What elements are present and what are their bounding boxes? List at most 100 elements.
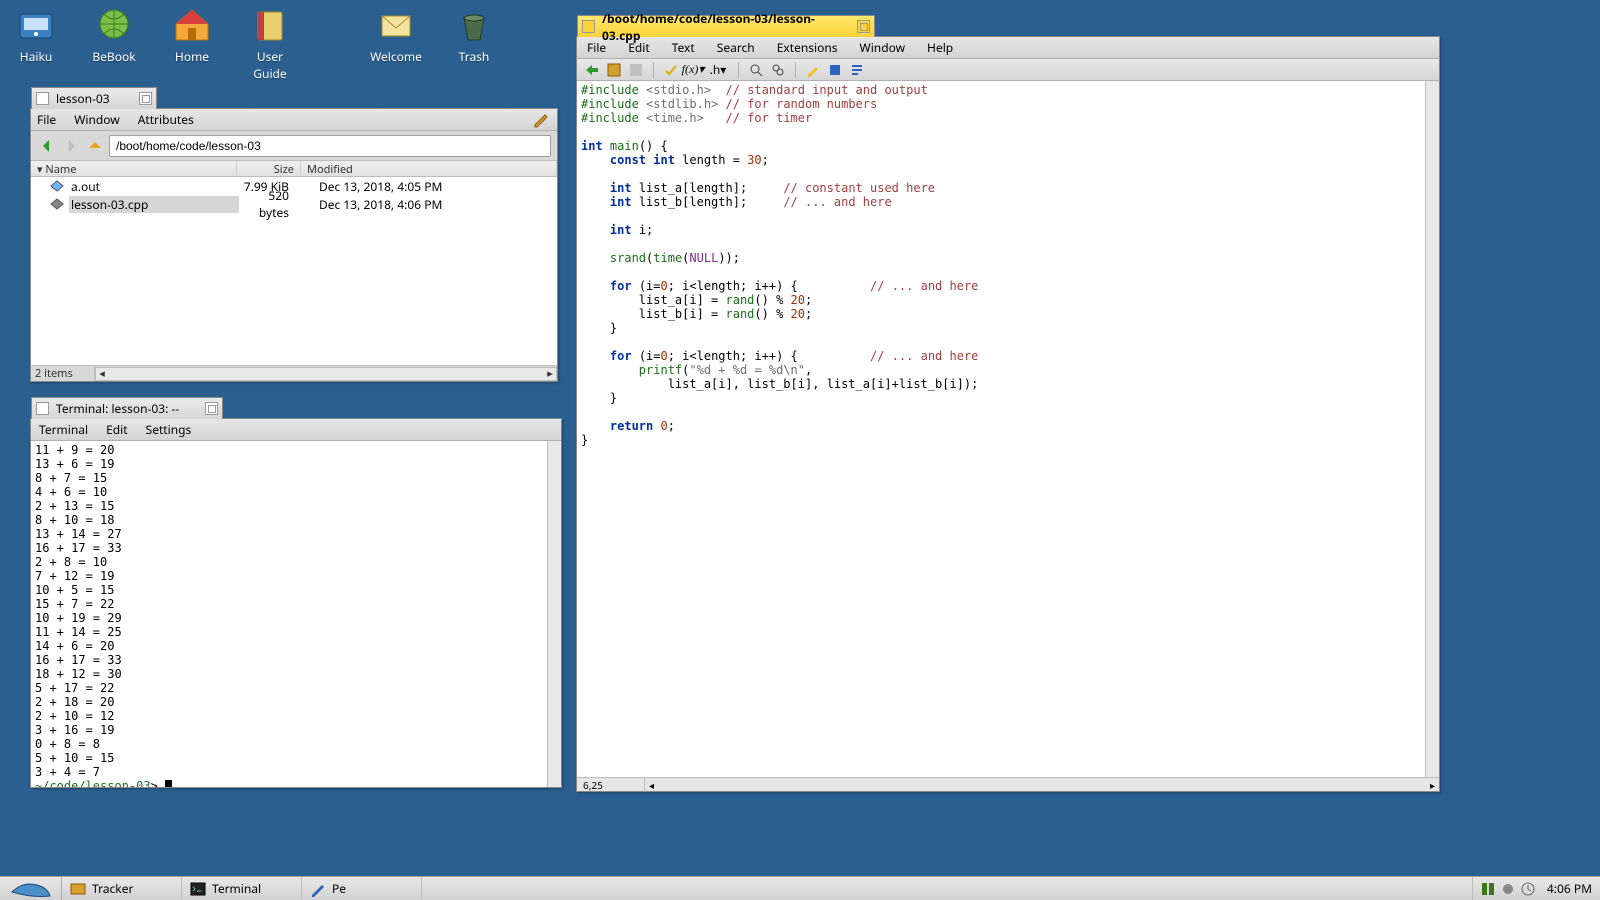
- file-modified: Dec 13, 2018, 4:05 PM: [299, 178, 442, 195]
- menu-settings[interactable]: Settings: [146, 421, 192, 438]
- file-name: a.out: [69, 178, 239, 195]
- globe-icon: [94, 6, 134, 46]
- wrap-icon: [850, 63, 864, 77]
- save-button[interactable]: [605, 61, 623, 79]
- trash-icon: [454, 6, 494, 46]
- file-name: lesson-03.cpp: [69, 196, 239, 213]
- desktop-icon-label: Welcome: [370, 48, 422, 65]
- terminal-icon: [190, 881, 206, 897]
- file-list[interactable]: a.out7.99 KiBDec 13, 2018, 4:05 PMlesson…: [31, 177, 557, 365]
- col-modified[interactable]: Modified: [301, 161, 557, 176]
- window-tab[interactable]: /boot/home/code/lesson-03/lesson-03.cpp: [577, 15, 875, 37]
- saveall-button[interactable]: [627, 61, 645, 79]
- desktop-icon-home[interactable]: Home: [164, 6, 220, 82]
- close-icon[interactable]: [36, 402, 49, 415]
- code-area[interactable]: #include <stdio.h> // standard input and…: [577, 81, 1439, 777]
- cursor-position: 6,25: [577, 778, 645, 792]
- home-folder-icon: [172, 6, 212, 46]
- desktop-icon-bebook[interactable]: BeBook: [86, 6, 142, 82]
- menu-edit[interactable]: Edit: [106, 421, 127, 438]
- run-button[interactable]: [662, 61, 680, 79]
- highlight-button[interactable]: [804, 61, 822, 79]
- open-button[interactable]: [583, 61, 601, 79]
- menu-window[interactable]: Window: [860, 39, 906, 56]
- window-tab[interactable]: lesson-03: [31, 87, 157, 109]
- desktop-icon-userguide[interactable]: User Guide: [242, 6, 298, 82]
- find-button[interactable]: [747, 61, 765, 79]
- h-scrollbar[interactable]: ◂▸: [95, 367, 557, 381]
- close-icon[interactable]: [582, 20, 595, 33]
- status-bar: 2 items ◂▸: [31, 365, 557, 381]
- menu-file[interactable]: File: [37, 111, 56, 128]
- checkmark-icon: [664, 63, 678, 77]
- terminal-menubar: Terminal Edit Settings: [31, 419, 561, 441]
- zoom-icon[interactable]: [205, 402, 218, 415]
- col-size[interactable]: Size: [237, 161, 301, 176]
- tracker-toolbar: [31, 131, 557, 161]
- desktop-icon-welcome[interactable]: Welcome: [368, 6, 424, 82]
- desktop-icon-label: BeBook: [92, 48, 135, 65]
- file-size: 520 bytes: [239, 187, 299, 221]
- saveall-icon: [629, 63, 643, 77]
- pe-icon: [310, 881, 326, 897]
- menu-attributes[interactable]: Attributes: [138, 111, 194, 128]
- file-icon: [49, 196, 65, 212]
- fn-label: f(x): [682, 62, 699, 77]
- zoom-icon[interactable]: [857, 20, 870, 33]
- terminal-window: Terminal: lesson-03: -- Terminal Edit Se…: [30, 418, 562, 788]
- h-scrollbar[interactable]: ◂▸: [645, 778, 1439, 792]
- v-scrollbar[interactable]: [547, 441, 561, 787]
- book-icon: [250, 6, 290, 46]
- header-dropdown[interactable]: .h ▾: [706, 61, 730, 79]
- leaf-menu-button[interactable]: [0, 877, 62, 900]
- tracker-icon: [70, 881, 86, 897]
- function-dropdown[interactable]: f(x)▾: [684, 61, 702, 79]
- up-button[interactable]: [85, 136, 105, 156]
- tray-icon-2[interactable]: [1501, 882, 1515, 896]
- arrow-left-icon: [39, 138, 55, 154]
- close-icon[interactable]: [36, 92, 49, 105]
- file-icon: [49, 178, 65, 194]
- h-label: .h: [710, 61, 721, 78]
- menu-window[interactable]: Window: [74, 111, 120, 128]
- editor-statusbar: 6,25 ◂▸: [577, 777, 1439, 791]
- deskbar: Tracker Terminal Pe 4:06 PM: [0, 876, 1600, 900]
- zoom-icon[interactable]: [139, 92, 152, 105]
- task-label: Pe: [332, 880, 346, 897]
- tray-icon-3[interactable]: [1521, 882, 1535, 896]
- col-name-label: Name: [45, 162, 76, 177]
- editor-window: /boot/home/code/lesson-03/lesson-03.cpp …: [576, 36, 1440, 792]
- window-tab[interactable]: Terminal: lesson-03: --: [31, 397, 223, 419]
- menu-help[interactable]: Help: [927, 39, 953, 56]
- window-title: Terminal: lesson-03: --: [38, 400, 179, 417]
- pencil-icon[interactable]: [533, 111, 551, 129]
- wrap-button[interactable]: [848, 61, 866, 79]
- task-terminal[interactable]: Terminal: [182, 877, 302, 900]
- task-pe[interactable]: Pe: [302, 877, 422, 900]
- haiku-leaf-icon: [10, 880, 52, 898]
- path-input[interactable]: [109, 135, 551, 157]
- arrow-up-icon: [87, 138, 103, 154]
- task-label: Tracker: [92, 880, 133, 897]
- color-icon: [828, 63, 842, 77]
- col-name[interactable]: ▾ Name: [31, 161, 237, 176]
- findfiles-button[interactable]: [769, 61, 787, 79]
- desktop-icon-haiku[interactable]: Haiku: [8, 6, 64, 82]
- desktop-icon-trash[interactable]: Trash: [446, 6, 502, 82]
- open-icon: [585, 63, 599, 77]
- save-icon: [607, 63, 621, 77]
- terminal-output[interactable]: 11 + 9 = 20 13 + 6 = 19 8 + 7 = 15 4 + 6…: [31, 441, 561, 787]
- editor-toolbar: f(x)▾ .h ▾: [577, 59, 1439, 81]
- syntax-button[interactable]: [826, 61, 844, 79]
- file-modified: Dec 13, 2018, 4:06 PM: [299, 196, 442, 213]
- menu-terminal[interactable]: Terminal: [39, 421, 88, 438]
- v-scrollbar[interactable]: [1425, 81, 1439, 777]
- task-label: Terminal: [212, 880, 261, 897]
- file-row[interactable]: lesson-03.cpp520 bytesDec 13, 2018, 4:06…: [31, 195, 557, 213]
- task-tracker[interactable]: Tracker: [62, 877, 182, 900]
- back-button[interactable]: [37, 136, 57, 156]
- tray-icon-1[interactable]: [1481, 882, 1495, 896]
- forward-button[interactable]: [61, 136, 81, 156]
- window-title: /boot/home/code/lesson-03/lesson-03.cpp: [584, 10, 846, 44]
- desktop-icon-label: Home: [175, 48, 209, 65]
